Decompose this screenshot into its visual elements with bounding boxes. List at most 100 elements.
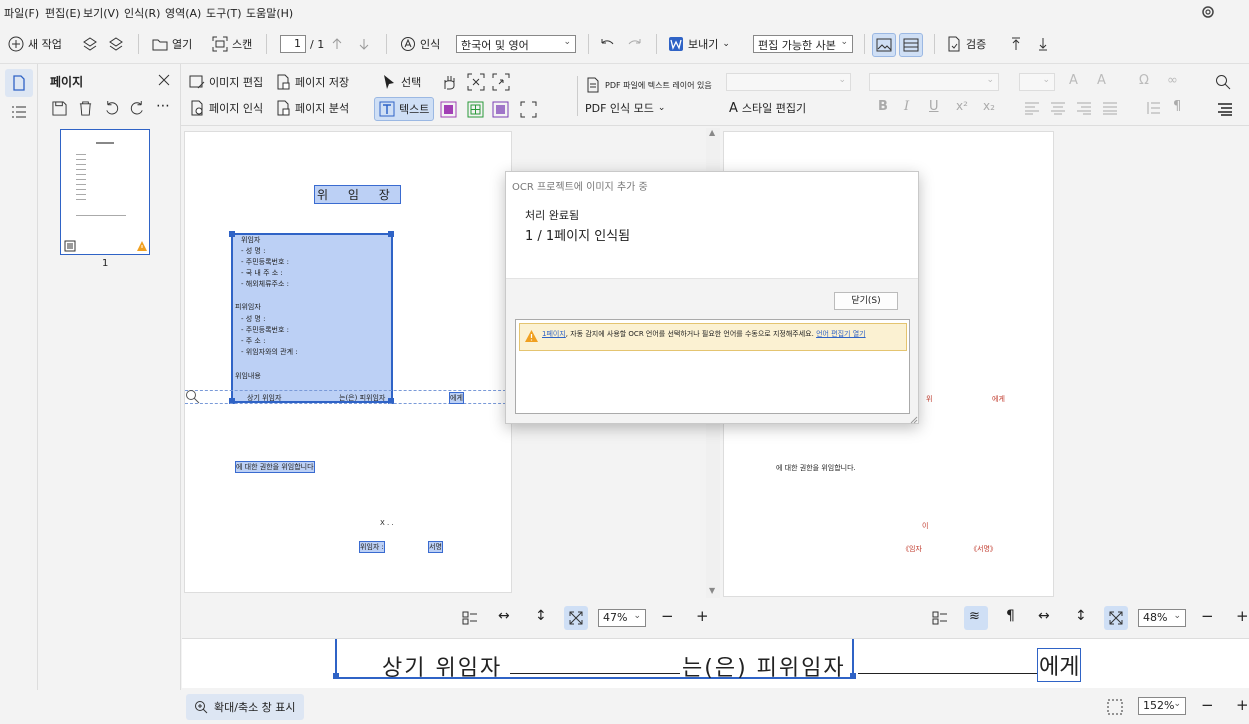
- paragraph-marks-icon[interactable]: ¶: [1006, 608, 1015, 624]
- grow-font-icon[interactable]: A: [1069, 73, 1078, 88]
- doc-authority[interactable]: 에 대한 권한을 위임합니다: [235, 461, 315, 473]
- style-editor-button[interactable]: A 스타일 편집기: [729, 98, 806, 118]
- analyze-page-button[interactable]: 페이지 분석: [275, 98, 349, 118]
- arrow-down-icon[interactable]: [357, 37, 371, 51]
- zoom-out-icon[interactable]: −: [1201, 607, 1214, 625]
- zoom-in-icon[interactable]: +: [1236, 696, 1249, 714]
- layout-list-icon[interactable]: [462, 611, 478, 625]
- status-zoom-select[interactable]: 152% ⌄: [1138, 697, 1186, 715]
- zoom-in-icon[interactable]: +: [1236, 607, 1249, 625]
- text-zoom-select[interactable]: 48% ⌄: [1138, 609, 1186, 627]
- open-button[interactable]: 열기: [152, 34, 192, 54]
- menu-help[interactable]: 도움말(H): [246, 5, 293, 21]
- menu-view[interactable]: 보기(V): [83, 5, 119, 21]
- fit-height-icon[interactable]: ↕: [1075, 608, 1087, 624]
- page-number-input[interactable]: 1: [280, 35, 306, 53]
- paragraph-icon[interactable]: ¶: [1173, 99, 1181, 114]
- special-char-icon[interactable]: Ω: [1139, 73, 1149, 88]
- picture-area-icon[interactable]: [440, 101, 457, 118]
- resize-grip-icon[interactable]: [910, 416, 918, 424]
- save-page-button[interactable]: 페이지 저장: [275, 72, 349, 92]
- text-area-tool-button[interactable]: 텍스트: [374, 97, 435, 121]
- text-view-toggle[interactable]: [899, 33, 923, 57]
- shrink-font-icon[interactable]: A: [1097, 73, 1106, 88]
- fit-height-icon[interactable]: ↕: [535, 608, 547, 624]
- italic-icon[interactable]: I: [904, 99, 909, 114]
- verify-button[interactable]: 검증: [946, 34, 986, 54]
- superscript-icon[interactable]: x²: [956, 99, 968, 113]
- table-area-icon[interactable]: [467, 101, 484, 118]
- dialog-titlebar[interactable]: OCR 프로젝트에 이미지 추가 중: [506, 172, 918, 196]
- arrow-up-icon[interactable]: [330, 37, 344, 51]
- menu-file[interactable]: 파일(F): [4, 5, 39, 21]
- scan-button[interactable]: 스캔: [212, 34, 252, 54]
- save-icon[interactable]: [52, 101, 67, 116]
- bold-icon[interactable]: B: [878, 99, 888, 114]
- previous-issue-icon[interactable]: [1008, 36, 1024, 52]
- recognize-button[interactable]: 인식: [400, 34, 440, 54]
- area-transform-icon[interactable]: [492, 73, 510, 91]
- close-icon[interactable]: [158, 74, 170, 86]
- image-zoom-select[interactable]: 47% ⌄: [598, 609, 646, 627]
- fit-width-icon[interactable]: ↔: [498, 608, 510, 624]
- next-issue-icon[interactable]: [1035, 36, 1051, 52]
- layers-add-icon[interactable]: [82, 36, 98, 52]
- dialog-close-button[interactable]: 닫기(S): [834, 292, 898, 310]
- redo-icon[interactable]: [626, 37, 644, 51]
- align-center-icon[interactable]: [1050, 101, 1066, 115]
- justify-icon[interactable]: [1102, 101, 1118, 115]
- menu-tools[interactable]: 도구(T): [206, 5, 242, 21]
- select-tool-button[interactable]: 선택: [381, 72, 421, 92]
- open-language-editor-link[interactable]: 언어 편집기 열기: [816, 330, 866, 338]
- zoom-window-toggle[interactable]: 확대/축소 창 표시: [186, 694, 304, 720]
- doc-sign[interactable]: 서명: [428, 541, 443, 553]
- background-picture-area-icon[interactable]: [492, 101, 509, 118]
- font-size-select[interactable]: ⌄: [1019, 73, 1055, 91]
- edit-image-button[interactable]: 이미지 편집: [189, 72, 263, 92]
- hand-icon[interactable]: [440, 73, 458, 91]
- font-select[interactable]: ⌄: [869, 73, 999, 91]
- selection-frame-icon[interactable]: [1107, 699, 1123, 715]
- pages-tab[interactable]: [5, 69, 33, 97]
- doc-signer[interactable]: 위임자 :: [359, 541, 385, 553]
- crop-remove-icon[interactable]: [467, 73, 485, 91]
- doc-title[interactable]: 위 임 장: [314, 185, 401, 204]
- link-icon[interactable]: ∞: [1167, 73, 1178, 88]
- fullscreen-area-icon[interactable]: [520, 101, 537, 118]
- underline-icon[interactable]: U: [929, 99, 939, 114]
- recognize-page-button[interactable]: 페이지 인식: [189, 98, 263, 118]
- align-right-icon[interactable]: [1076, 101, 1092, 115]
- export-format-select[interactable]: 편집 가능한 사본 ⌄: [753, 35, 853, 53]
- new-task-button[interactable]: 새 작업: [8, 34, 62, 54]
- layout-list-icon[interactable]: [932, 611, 948, 625]
- zoom-in-icon[interactable]: +: [696, 607, 709, 625]
- fit-width-icon[interactable]: ↔: [1038, 608, 1050, 624]
- rotate-left-icon[interactable]: [104, 101, 119, 116]
- menu-area[interactable]: 영역(A): [165, 5, 201, 21]
- zoom-out-icon[interactable]: −: [1201, 696, 1214, 714]
- menu-edit[interactable]: 편집(E): [45, 5, 81, 21]
- undo-icon[interactable]: [598, 37, 616, 51]
- show-formatting-button[interactable]: ≋: [964, 606, 988, 630]
- fit-page-button[interactable]: [564, 606, 588, 630]
- zoom-window[interactable]: 상기 위임자 는(은) 피위임자 에게: [182, 638, 1249, 688]
- fit-page-button[interactable]: [1104, 606, 1128, 630]
- line-spacing-icon[interactable]: [1145, 101, 1161, 115]
- text-block-area[interactable]: 위임자 - 성 명 : - 주민등록번호 : - 국 내 주 소 : - 해외체…: [229, 231, 394, 404]
- language-select[interactable]: 한국어 및 영어 ⌄: [456, 35, 576, 53]
- align-left-icon[interactable]: [1024, 101, 1040, 115]
- style-select[interactable]: ⌄: [726, 73, 851, 91]
- image-pane[interactable]: 위 임 장 위임자 - 성 명 : - 주민등록번호 : - 국 내 주 소 :…: [184, 131, 512, 593]
- settings-gear-icon[interactable]: [1200, 4, 1216, 20]
- send-button[interactable]: 보내기 ⌄: [668, 34, 730, 54]
- text-authority[interactable]: 에 대한 권한을 위임합니다.: [776, 463, 856, 473]
- zoom-out-icon[interactable]: −: [661, 607, 674, 625]
- warning-page-link[interactable]: 1페이지: [542, 330, 566, 338]
- pdf-mode-dropdown[interactable]: PDF 인식 모드 ⌄: [585, 98, 665, 118]
- page-thumbnail[interactable]: [60, 129, 150, 255]
- search-icon[interactable]: [1215, 74, 1231, 90]
- rotate-right-icon[interactable]: [130, 101, 145, 116]
- list-icon[interactable]: [11, 105, 27, 119]
- layers-icon[interactable]: [108, 36, 124, 52]
- image-view-toggle[interactable]: [872, 33, 896, 57]
